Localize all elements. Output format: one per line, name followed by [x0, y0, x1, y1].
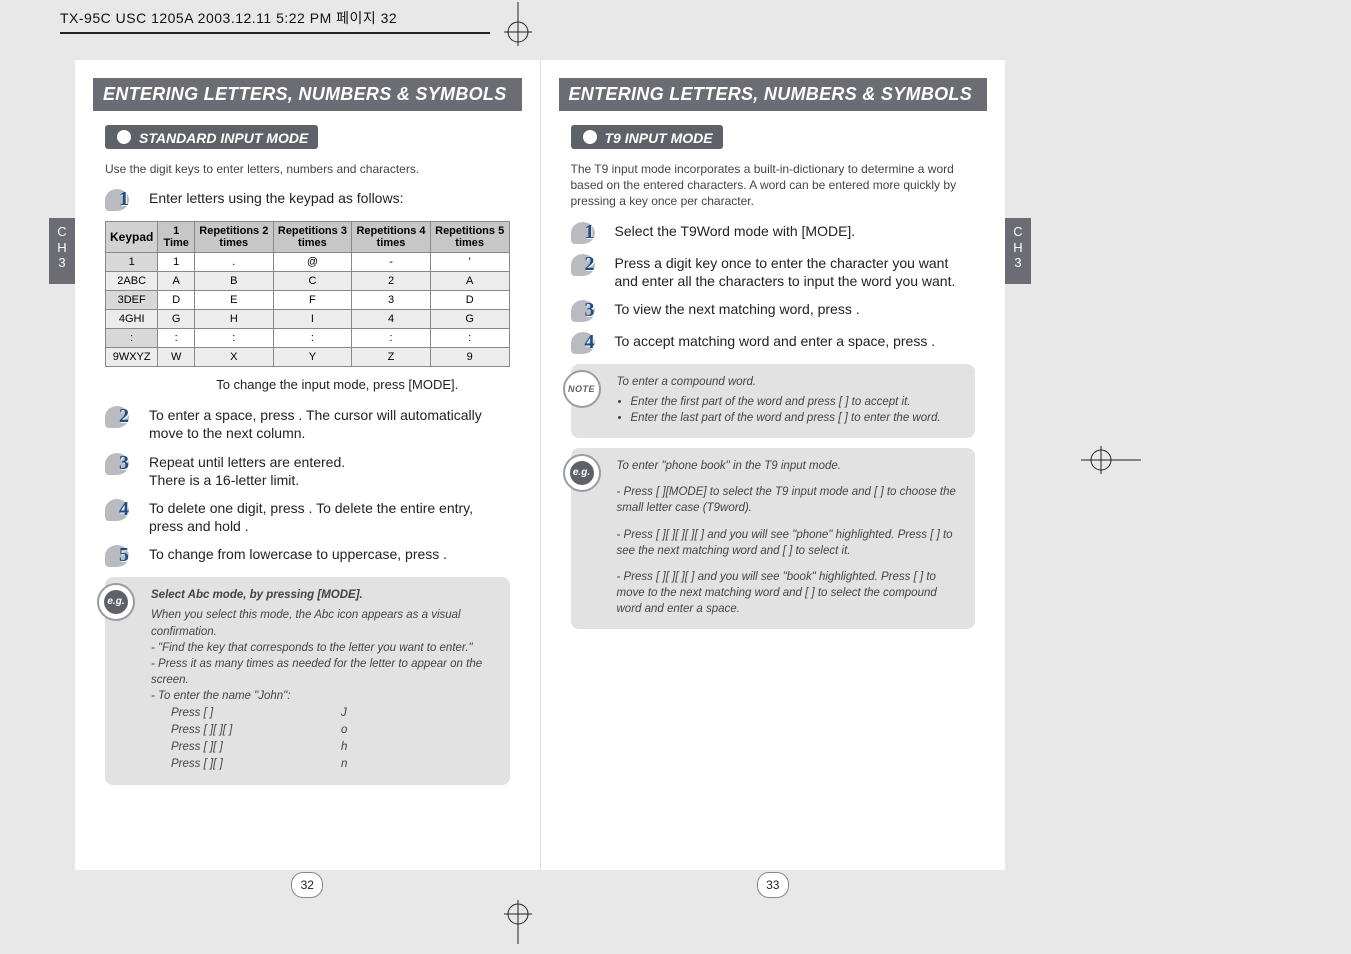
example-row: Press [ ]J — [171, 705, 496, 721]
table-row: 3DEFDEF3D — [106, 291, 510, 310]
example-title: Select Abc mode, by pressing [MODE]. — [151, 587, 496, 603]
page-number: 33 — [757, 872, 789, 898]
note-title: To enter a compound word. — [617, 374, 962, 390]
step-number-icon: 4 — [105, 499, 149, 521]
th-3times: Repetitions 3 times — [273, 222, 352, 253]
th-2times: Repetitions 2 times — [195, 222, 274, 253]
note-item: Enter the last part of the word and pres… — [631, 410, 962, 426]
document-job-header: TX-95C USC 1205A 2003.12.11 5:22 PM 페이지 … — [60, 8, 490, 34]
example-line: - To enter the name "John": — [151, 688, 496, 704]
sub-header-standard-input: STANDARD INPUT MODE — [105, 125, 318, 149]
step-1: 1 Enter letters using the keypad as foll… — [105, 189, 510, 211]
step-number-icon: 1 — [571, 222, 615, 244]
t9-step-1: 1 Select the T9Word mode with [MODE]. — [571, 222, 976, 244]
step-3-text: Repeat until letters are entered. There … — [149, 453, 510, 489]
example-line: - "Find the key that corresponds to the … — [151, 640, 496, 656]
t9-step-4: 4 To accept matching word and enter a sp… — [571, 332, 976, 354]
sub-header-t9: T9 INPUT MODE — [571, 125, 723, 149]
t9-intro: The T9 input mode incorporates a built-i… — [571, 161, 976, 210]
t9-step-1-text: Select the T9Word mode with [MODE]. — [615, 222, 976, 240]
t9-step-3: 3 To view the next matching word, press … — [571, 300, 976, 322]
section-title: ENTERING LETTERS, NUMBERS & SYMBOLS — [559, 78, 988, 111]
chapter-tab-left: CH3 — [49, 218, 75, 284]
table-row: 11.@-' — [106, 253, 510, 272]
table-row: 4GHIGHI4G — [106, 310, 510, 329]
step-number-icon: 3 — [571, 300, 615, 322]
t9-example-para: - Press [ ][ ][ ][ ] and you will see "b… — [617, 569, 962, 617]
th-keypad: Keypad — [106, 222, 158, 253]
chapter-tab-right: CH3 — [1005, 218, 1031, 284]
t9-example-para: - Press [ ][MODE] to select the T9 input… — [617, 484, 962, 516]
example-row: Press [ ][ ]n — [171, 756, 496, 772]
table-row: 2ABCABC2A — [106, 272, 510, 291]
th-1time: 1 Time — [158, 222, 195, 253]
mode-change-text: To change the input mode, press [MODE]. — [216, 377, 458, 392]
mode-change-line: To change the input mode, press [MODE]. — [165, 377, 510, 392]
section-title: ENTERING LETTERS, NUMBERS & SYMBOLS — [93, 78, 522, 111]
job-line: TX-95C USC 1205A 2003.12.11 5:22 PM 페이지 … — [60, 10, 397, 26]
step-4-text: To delete one digit, press . To delete t… — [149, 499, 510, 535]
example-box: e.g. Select Abc mode, by pressing [MODE]… — [105, 577, 510, 785]
crop-mark-icon — [498, 900, 538, 944]
manual-spread: ENTERING LETTERS, NUMBERS & SYMBOLS STAN… — [75, 60, 1005, 870]
t9-step-2: 2 Press a digit key once to enter the ch… — [571, 254, 976, 290]
step-1-text: Enter letters using the keypad as follow… — [149, 189, 510, 207]
t9-example-para: - Press [ ][ ][ ][ ][ ] and you will see… — [617, 527, 962, 559]
intro-text: Use the digit keys to enter letters, num… — [105, 161, 510, 177]
example-badge-icon: e.g. — [563, 454, 601, 492]
step-5-text: To change from lowercase to uppercase, p… — [149, 545, 510, 563]
example-row: Press [ ][ ]h — [171, 739, 496, 755]
t9-example-title: To enter "phone book" in the T9 input mo… — [617, 458, 962, 474]
step-3: 3 Repeat until letters are entered. Ther… — [105, 453, 510, 489]
step-number-icon: 4 — [571, 332, 615, 354]
t9-step-4-text: To accept matching word and enter a spac… — [615, 332, 976, 350]
header-rule — [60, 32, 490, 34]
keypad-reference-table: Keypad 1 Time Repetitions 2 times Repeti… — [105, 221, 510, 367]
crop-mark-icon — [1081, 440, 1141, 480]
page-32: ENTERING LETTERS, NUMBERS & SYMBOLS STAN… — [75, 60, 541, 870]
step-2: 2 To enter a space, press . The cursor w… — [105, 406, 510, 442]
note-item: Enter the first part of the word and pre… — [631, 394, 962, 410]
th-5times: Repetitions 5 times — [430, 222, 509, 253]
table-row: :::::: — [106, 329, 510, 348]
step-5: 5 To change from lowercase to uppercase,… — [105, 545, 510, 567]
step-number-icon: 5 — [105, 545, 149, 567]
example-line: - Press it as many times as needed for t… — [151, 656, 496, 688]
note-box: NOTE To enter a compound word. Enter the… — [571, 364, 976, 438]
page-number: 32 — [291, 872, 323, 898]
example-row: Press [ ][ ][ ]o — [171, 722, 496, 738]
table-row: 9WXYZWXYZ9 — [106, 348, 510, 367]
step-number-icon: 1 — [105, 189, 149, 211]
page-33: ENTERING LETTERS, NUMBERS & SYMBOLS T9 I… — [541, 60, 1006, 870]
th-4times: Repetitions 4 times — [352, 222, 431, 253]
example-badge-icon: e.g. — [97, 583, 135, 621]
step-number-icon: 2 — [571, 254, 615, 276]
step-number-icon: 3 — [105, 453, 149, 475]
step-2-text: To enter a space, press . The cursor wil… — [149, 406, 510, 442]
crop-mark-icon — [498, 2, 538, 46]
note-badge-icon: NOTE — [563, 370, 601, 408]
example-para: When you select this mode, the Abc icon … — [151, 607, 496, 639]
step-4: 4 To delete one digit, press . To delete… — [105, 499, 510, 535]
t9-step-3-text: To view the next matching word, press . — [615, 300, 976, 318]
example-box-t9: e.g. To enter "phone book" in the T9 inp… — [571, 448, 976, 629]
t9-step-2-text: Press a digit key once to enter the char… — [615, 254, 976, 290]
step-number-icon: 2 — [105, 406, 149, 428]
